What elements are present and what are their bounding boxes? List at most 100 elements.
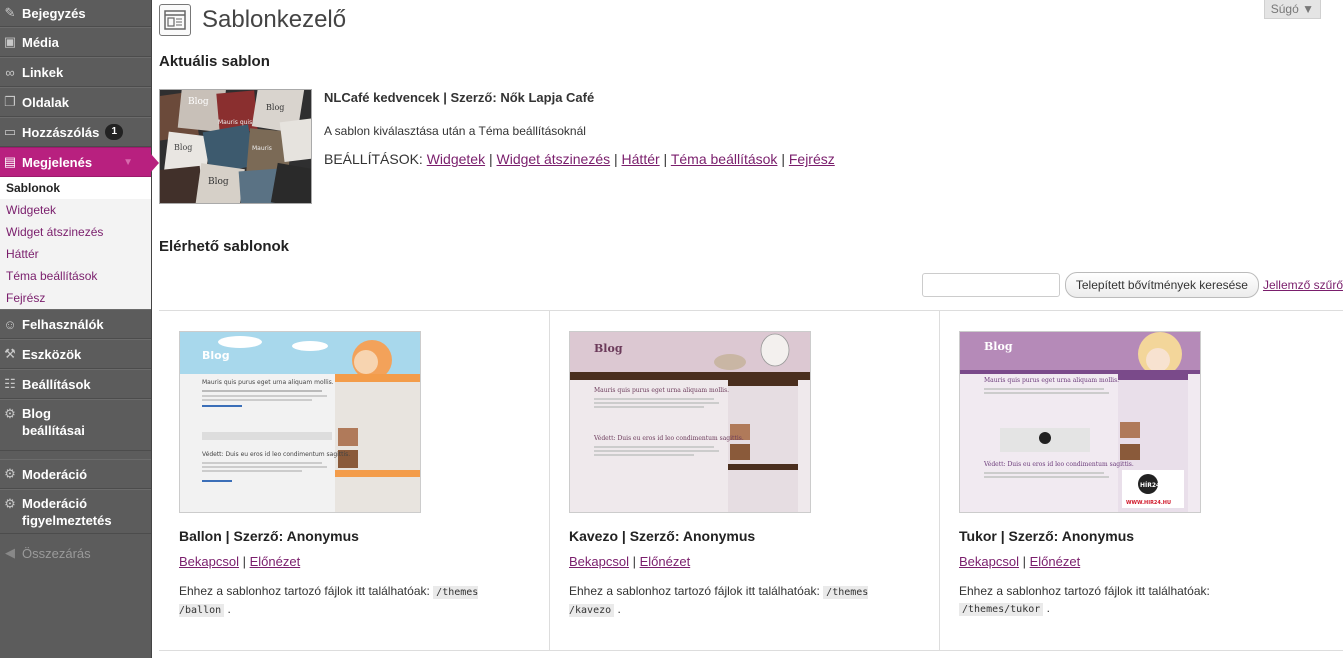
preview-link[interactable]: Előnézet bbox=[250, 554, 301, 569]
submenu-item-themes[interactable]: Sablonok bbox=[0, 177, 151, 199]
comment-count-badge: 1 bbox=[105, 124, 124, 140]
theme-card-tukor: Blog HÍR24 WWW.HIR24.HU Mauris quis puru… bbox=[939, 311, 1329, 651]
thumb-text: Blog bbox=[208, 177, 229, 187]
files-text: Ehhez a sablonhoz tartozó fájlok itt tal… bbox=[569, 584, 820, 598]
thumb-blog-title: Blog bbox=[984, 340, 1013, 353]
option-link-widgets[interactable]: Widgetek bbox=[427, 151, 485, 167]
option-link-theme-options[interactable]: Téma beállítások bbox=[671, 151, 778, 167]
sidebar-item-media[interactable]: ▣ Média bbox=[0, 27, 151, 57]
thumb-text: Mauris quis bbox=[218, 119, 252, 126]
admin-sidebar: ✎ Bejegyzés ▣ Média ∞ Linkek ❐ Oldalak ▭… bbox=[0, 0, 159, 658]
thumb-post-title: Mauris quis purus eget urna aliquam moll… bbox=[594, 387, 729, 394]
option-link-header[interactable]: Fejrész bbox=[789, 151, 835, 167]
theme-card-ballon: Blog Mauris quis purus eget urna aliquam… bbox=[159, 311, 550, 651]
blog-settings-icon: ⚙ bbox=[4, 405, 16, 421]
page-title: Sablonkezelő bbox=[202, 6, 347, 33]
thumb-blog-title: Blog bbox=[594, 342, 623, 355]
option-link-widget-colors[interactable]: Widget átszinezés bbox=[497, 151, 611, 167]
pages-icon: ❐ bbox=[4, 94, 16, 109]
activate-link[interactable]: Bekapcsol bbox=[959, 554, 1019, 569]
theme-files-info: Ehhez a sablonhoz tartozó fájlok itt tal… bbox=[959, 584, 1210, 616]
submenu-item-theme-options[interactable]: Téma beállítások bbox=[0, 265, 151, 287]
themes-icon bbox=[159, 4, 191, 36]
activate-link[interactable]: Bekapcsol bbox=[569, 554, 629, 569]
submenu-item-widget-colors[interactable]: Widget átszinezés bbox=[0, 221, 151, 243]
current-theme-heading: Aktuális sablon bbox=[159, 53, 270, 70]
theme-screenshot[interactable]: Blog Mauris quis purus eget urna aliquam… bbox=[569, 331, 811, 513]
sidebar-item-pages[interactable]: ❐ Oldalak bbox=[0, 87, 151, 117]
thumb-ad-logo: HÍR24 bbox=[1140, 481, 1160, 489]
moderation-icon: ⚙ bbox=[4, 466, 16, 481]
link-icon: ∞ bbox=[5, 64, 15, 80]
theme-title: Kavezo | Szerző: Anonymus bbox=[569, 528, 756, 544]
moderation-warning-icon: ⚙ bbox=[4, 495, 16, 511]
theme-title: Tukor | Szerző: Anonymus bbox=[959, 528, 1135, 544]
files-text: Ehhez a sablonhoz tartozó fájlok itt tal… bbox=[959, 584, 1210, 598]
preview-link[interactable]: Előnézet bbox=[640, 554, 691, 569]
collapse-menu-button[interactable]: ◀ Összezárás bbox=[0, 538, 151, 568]
theme-screenshot[interactable]: Blog HÍR24 WWW.HIR24.HU Mauris quis puru… bbox=[959, 331, 1201, 513]
thumb-text: Mauris bbox=[252, 145, 272, 152]
submenu-item-widgets[interactable]: Widgetek bbox=[0, 199, 151, 221]
available-themes-grid: Blog Mauris quis purus eget urna aliquam… bbox=[159, 310, 1343, 659]
theme-actions: Bekapcsol | Előnézet bbox=[959, 554, 1081, 569]
media-icon: ▣ bbox=[3, 34, 17, 49]
sidebar-item-users[interactable]: ☺ Felhasználók bbox=[0, 309, 151, 339]
theme-actions: Bekapcsol | Előnézet bbox=[179, 554, 301, 569]
theme-options: BEÁLLÍTÁSOK: Widgetek | Widget átszinezé… bbox=[324, 151, 835, 167]
sidebar-item-tools[interactable]: ⚒ Eszközök bbox=[0, 339, 151, 369]
sidebar-item-label: Beállítások bbox=[22, 376, 91, 392]
help-button[interactable]: Súgó ▼ bbox=[1263, 0, 1321, 19]
chevron-down-icon: ▼ bbox=[123, 156, 133, 168]
sidebar-item-label: Megjelenés bbox=[22, 154, 93, 170]
current-theme-name: NLCafé kedvencek | Szerző: Nők Lapja Caf… bbox=[324, 90, 595, 105]
current-theme-description: A sablon kiválasztása után a Téma beállí… bbox=[324, 124, 586, 138]
sidebar-item-comments[interactable]: ▭ Hozzászólás 1 bbox=[0, 117, 151, 147]
page-header: Sablonkezelő bbox=[159, 4, 346, 36]
theme-search: Telepített bővítmények keresése Jellemző… bbox=[921, 272, 1343, 298]
activate-link[interactable]: Bekapcsol bbox=[179, 554, 239, 569]
sidebar-item-label: Hozzászólás bbox=[22, 124, 100, 140]
sidebar-item-moderation-warning[interactable]: ⚙ Moderáció figyelmeztetés bbox=[0, 489, 151, 534]
thumb-post-title: Mauris quis purus eget urna aliquam moll… bbox=[202, 379, 334, 386]
thumb-post-title: Védett: Duis eu eros id leo condimentum … bbox=[202, 451, 350, 458]
current-theme-screenshot: Blog Blog Mauris quis Blog Blog Mauris bbox=[159, 89, 312, 204]
theme-card-kavezo: Blog Mauris quis purus eget urna aliquam… bbox=[549, 311, 940, 651]
theme-options-label: BEÁLLÍTÁSOK: bbox=[324, 151, 423, 167]
feature-filter-link[interactable]: Jellemző szűrő bbox=[1263, 278, 1343, 292]
submenu-item-background[interactable]: Háttér bbox=[0, 243, 151, 265]
sidebar-item-label: Oldalak bbox=[22, 94, 69, 110]
sidebar-item-appearance[interactable]: ▤ Megjelenés ▼ bbox=[0, 147, 159, 177]
thumb-post-title: Védett: Duis eu eros id leo condimentum … bbox=[983, 461, 1134, 468]
thumb-text: Blog bbox=[188, 97, 209, 107]
users-icon: ☺ bbox=[3, 316, 17, 332]
submenu-item-header[interactable]: Fejrész bbox=[0, 287, 151, 309]
sidebar-item-label: Blog beállításai bbox=[22, 406, 85, 438]
grid-bottom-divider bbox=[159, 650, 1343, 651]
thumb-text: Blog bbox=[174, 143, 192, 152]
theme-screenshot[interactable]: Blog Mauris quis purus eget urna aliquam… bbox=[179, 331, 421, 513]
sidebar-item-label: Linkek bbox=[22, 64, 64, 80]
thumb-post-title: Védett: Duis eu eros id leo condimentum … bbox=[593, 435, 744, 442]
settings-icon: ☷ bbox=[4, 376, 16, 391]
sidebar-item-links[interactable]: ∞ Linkek bbox=[0, 57, 151, 87]
pin-icon: ✎ bbox=[4, 5, 16, 20]
theme-files-info: Ehhez a sablonhoz tartozó fájlok itt tal… bbox=[179, 584, 479, 617]
appearance-icon: ▤ bbox=[3, 154, 17, 169]
option-link-background[interactable]: Háttér bbox=[622, 151, 660, 167]
preview-link[interactable]: Előnézet bbox=[1030, 554, 1081, 569]
theme-search-input[interactable] bbox=[921, 273, 1060, 297]
sidebar-item-label: Eszközök bbox=[22, 346, 82, 362]
sidebar-item-posts[interactable]: ✎ Bejegyzés bbox=[0, 0, 151, 27]
sidebar-item-blog-settings[interactable]: ⚙ Blog beállításai bbox=[0, 399, 151, 451]
collapse-icon: ◀ bbox=[5, 545, 15, 560]
available-themes-heading: Elérhető sablonok bbox=[159, 238, 290, 255]
thumb-post-title: Mauris quis purus eget urna aliquam moll… bbox=[984, 377, 1119, 384]
sidebar-item-moderation[interactable]: ⚙ Moderáció bbox=[0, 459, 151, 489]
theme-title: Ballon | Szerző: Anonymus bbox=[179, 528, 359, 544]
search-installed-button[interactable]: Telepített bővítmények keresése bbox=[1064, 272, 1259, 298]
tools-icon: ⚒ bbox=[4, 346, 16, 361]
sidebar-item-label: Moderáció bbox=[22, 466, 88, 482]
sidebar-item-settings[interactable]: ☷ Beállítások bbox=[0, 369, 151, 399]
sidebar-item-label: Összezárás bbox=[22, 545, 91, 561]
